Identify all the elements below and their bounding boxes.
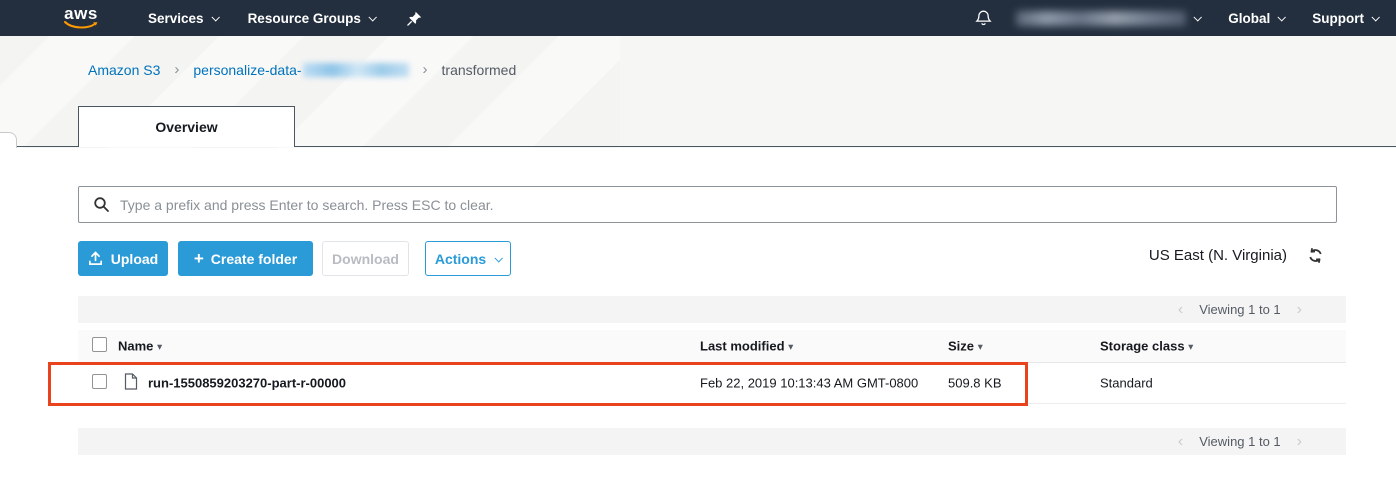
viewing-range-label: Viewing 1 to 1 xyxy=(1199,302,1280,317)
aws-logo-text: aws xyxy=(64,6,98,21)
refresh-icon xyxy=(1307,247,1324,264)
nav-services[interactable]: Services xyxy=(148,11,218,26)
sidebar-expand-toggle[interactable]: ▶ xyxy=(0,132,17,148)
create-folder-button-label: Create folder xyxy=(211,251,297,267)
checkbox-icon xyxy=(92,337,107,352)
bell-icon xyxy=(975,9,992,27)
column-header-size-label: Size xyxy=(948,339,974,354)
breadcrumb-bucket-link[interactable]: personalize-data- xyxy=(193,62,408,78)
search-icon xyxy=(93,196,110,213)
page-next-icon[interactable]: › xyxy=(1297,434,1302,450)
bucket-content-panel: Upload + Create folder Download Actions … xyxy=(0,148,1396,500)
breadcrumb-separator-icon: › xyxy=(174,61,179,78)
object-size: 509.8 KB xyxy=(948,376,1002,391)
column-header-name[interactable]: Name ▾ xyxy=(118,339,162,354)
aws-logo-smile-icon xyxy=(64,21,98,30)
column-header-storage-class[interactable]: Storage class ▾ xyxy=(1100,339,1193,354)
table-row: run-1550859203270-part-r-00000 Feb 22, 2… xyxy=(78,363,1346,404)
account-name-redacted xyxy=(1016,11,1186,26)
breadcrumb-current-folder: transformed xyxy=(442,62,517,78)
pagination-bar-bottom: ‹ Viewing 1 to 1 › xyxy=(78,428,1346,455)
object-storage-class: Standard xyxy=(1100,376,1153,391)
page-prev-icon[interactable]: ‹ xyxy=(1178,302,1183,318)
object-name-link[interactable]: run-1550859203270-part-r-00000 xyxy=(148,376,346,391)
viewing-range-label: Viewing 1 to 1 xyxy=(1199,434,1280,449)
column-header-last-modified-label: Last modified xyxy=(700,339,785,354)
nav-right-group: Global Support xyxy=(975,9,1378,27)
nav-resource-groups[interactable]: Resource Groups xyxy=(248,11,375,26)
chevron-down-icon xyxy=(1278,13,1286,21)
nav-resource-groups-label: Resource Groups xyxy=(248,11,361,26)
region-indicator: US East (N. Virginia) xyxy=(1149,247,1324,264)
column-header-size[interactable]: Size ▾ xyxy=(948,339,983,354)
upload-button-label: Upload xyxy=(111,251,158,267)
chevron-down-icon xyxy=(1194,13,1202,21)
nav-support-label: Support xyxy=(1312,11,1364,26)
actions-button-label: Actions xyxy=(435,251,486,267)
nav-services-label: Services xyxy=(148,11,204,26)
file-icon xyxy=(124,373,138,393)
tab-overview[interactable]: Overview xyxy=(78,106,295,147)
breadcrumb-amazon-s3-link[interactable]: Amazon S3 xyxy=(88,62,160,78)
notifications-button[interactable] xyxy=(975,9,992,27)
nav-global-label: Global xyxy=(1228,11,1270,26)
download-button-label: Download xyxy=(332,251,399,267)
create-folder-button[interactable]: + Create folder xyxy=(178,241,313,276)
account-menu[interactable] xyxy=(1016,11,1200,26)
aws-logo[interactable]: aws xyxy=(64,6,98,30)
actions-dropdown-button[interactable]: Actions xyxy=(425,241,511,276)
sort-arrow-icon: ▾ xyxy=(789,342,794,352)
page-next-icon[interactable]: › xyxy=(1297,302,1302,318)
object-last-modified: Feb 22, 2019 10:13:43 AM GMT-0800 xyxy=(700,376,918,391)
upload-icon xyxy=(88,251,103,266)
column-header-name-label: Name xyxy=(118,339,153,354)
row-checkbox[interactable] xyxy=(92,374,107,392)
pushpin-icon xyxy=(407,11,422,26)
refresh-button[interactable] xyxy=(1307,247,1324,264)
column-header-storage-class-label: Storage class xyxy=(1100,339,1185,354)
page-prev-icon[interactable]: ‹ xyxy=(1178,434,1183,450)
s3-console-screen: aws Services Resource Groups xyxy=(0,0,1396,500)
plus-icon: + xyxy=(194,250,204,267)
column-header-last-modified[interactable]: Last modified ▾ xyxy=(700,339,793,354)
sort-arrow-icon: ▾ xyxy=(978,342,983,352)
nav-support[interactable]: Support xyxy=(1312,11,1378,26)
chevron-down-icon xyxy=(211,13,219,21)
pagination-bar-top: ‹ Viewing 1 to 1 › xyxy=(78,296,1346,323)
prefix-search-box xyxy=(78,186,1337,223)
top-nav-bar: aws Services Resource Groups xyxy=(0,0,1396,36)
breadcrumb-separator-icon: › xyxy=(423,61,428,78)
sort-arrow-icon: ▾ xyxy=(1189,342,1194,352)
pin-shortcut-button[interactable] xyxy=(407,11,422,26)
download-button[interactable]: Download xyxy=(322,241,409,276)
table-header-row: Name ▾ Last modified ▾ Size ▾ Storage class… xyxy=(78,330,1346,363)
chevron-down-icon xyxy=(368,13,376,21)
tab-overview-label: Overview xyxy=(155,119,217,135)
prefix-search-input[interactable] xyxy=(120,197,1336,213)
upload-button[interactable]: Upload xyxy=(78,241,168,276)
checkbox-icon xyxy=(92,374,107,389)
breadcrumb-bucket-prefix: personalize-data- xyxy=(193,62,301,78)
bucket-name-redacted xyxy=(303,63,409,77)
sort-arrow-icon: ▾ xyxy=(157,342,162,352)
breadcrumb: Amazon S3 › personalize-data- › transfor… xyxy=(88,61,516,78)
select-all-checkbox[interactable] xyxy=(92,337,107,355)
nav-region-global[interactable]: Global xyxy=(1228,11,1284,26)
chevron-down-icon xyxy=(1371,13,1379,21)
region-label: US East (N. Virginia) xyxy=(1149,247,1287,264)
chevron-down-icon xyxy=(495,254,503,262)
